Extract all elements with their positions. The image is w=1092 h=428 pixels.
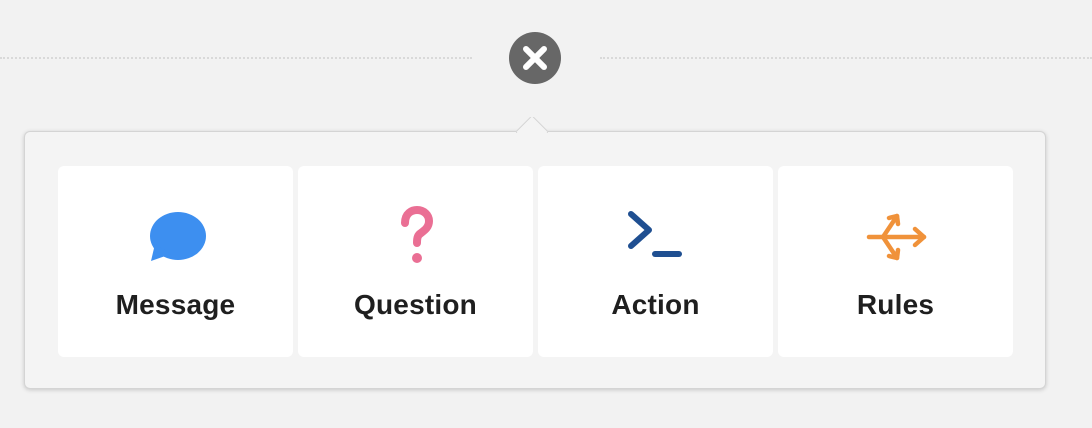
action-label: Action [611, 289, 700, 320]
close-button[interactable] [509, 32, 561, 84]
question-label: Question [354, 289, 477, 320]
rules-tile[interactable]: Rules [778, 166, 1013, 357]
chat-bubble-icon [141, 206, 211, 266]
rules-label: Rules [856, 289, 935, 320]
branch-arrows-icon [861, 206, 931, 266]
question-mark-icon [381, 206, 451, 266]
terminal-prompt-icon [621, 206, 691, 266]
message-label: Message [115, 289, 236, 320]
close-icon [523, 46, 547, 70]
divider-right [600, 57, 1092, 59]
add-node-popover: Message Question Action Rules [24, 131, 1046, 389]
message-tile[interactable]: Message [58, 166, 293, 357]
divider-left [0, 57, 472, 59]
action-tile[interactable]: Action [538, 166, 773, 357]
popover-caret [516, 117, 548, 133]
node-type-list: Message Question Action Rules [58, 166, 1013, 357]
question-tile[interactable]: Question [298, 166, 533, 357]
